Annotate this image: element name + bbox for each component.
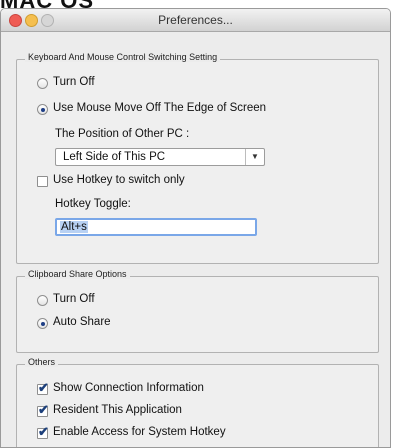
window-title: Preferences... bbox=[158, 13, 233, 27]
keyboard-mouse-legend: Keyboard And Mouse Control Switching Set… bbox=[25, 52, 221, 62]
mouse-edge-radio[interactable] bbox=[37, 104, 48, 115]
keyboard-turn-off-label[interactable]: Turn Off bbox=[53, 76, 95, 88]
show-connection-checkbox[interactable]: ✔ bbox=[37, 380, 49, 395]
hotkey-only-label[interactable]: Use Hotkey to switch only bbox=[53, 174, 185, 186]
system-hotkey-label[interactable]: Enable Access for System Hotkey bbox=[53, 426, 226, 438]
keyboard-turn-off-radio[interactable] bbox=[37, 78, 48, 89]
position-select-value: Left Side of This PC bbox=[63, 151, 166, 163]
mouse-edge-label[interactable]: Use Mouse Move Off The Edge of Screen bbox=[53, 102, 266, 114]
preferences-window: Preferences... Keyboard And Mouse Contro… bbox=[0, 8, 391, 448]
auto-share-radio[interactable] bbox=[37, 318, 48, 329]
resident-label[interactable]: Resident This Application bbox=[53, 404, 182, 416]
position-label: The Position of Other PC : bbox=[55, 128, 190, 140]
hotkey-only-checkbox[interactable] bbox=[37, 176, 48, 187]
system-hotkey-checkbox[interactable]: ✔ bbox=[37, 424, 49, 439]
chevron-down-icon[interactable]: ▼ bbox=[245, 149, 264, 165]
hotkey-input-value: Alt+s bbox=[60, 221, 88, 233]
resident-checkbox[interactable]: ✔ bbox=[37, 402, 49, 417]
checkmark-icon: ✔ bbox=[38, 402, 49, 417]
clipboard-legend: Clipboard Share Options bbox=[25, 269, 130, 279]
show-connection-label[interactable]: Show Connection Information bbox=[53, 382, 204, 394]
clipboard-group: Clipboard Share Options Turn Off Auto Sh… bbox=[16, 269, 379, 353]
preferences-content: Keyboard And Mouse Control Switching Set… bbox=[1, 32, 390, 447]
clipboard-turn-off-label[interactable]: Turn Off bbox=[53, 293, 95, 305]
others-group: Others ✔ Show Connection Information ✔ R… bbox=[16, 357, 379, 447]
keyboard-mouse-group: Keyboard And Mouse Control Switching Set… bbox=[16, 52, 379, 264]
hotkey-toggle-label: Hotkey Toggle: bbox=[55, 198, 131, 210]
clipboard-turn-off-radio[interactable] bbox=[37, 295, 48, 306]
others-legend: Others bbox=[25, 357, 59, 367]
titlebar: Preferences... bbox=[1, 9, 390, 32]
top-overflow-text: MAC OS bbox=[0, 0, 394, 8]
position-select[interactable]: Left Side of This PC ▼ bbox=[55, 148, 265, 166]
checkmark-icon: ✔ bbox=[38, 380, 49, 395]
auto-share-label[interactable]: Auto Share bbox=[53, 316, 111, 328]
hotkey-input[interactable]: Alt+s bbox=[55, 218, 257, 236]
checkmark-icon: ✔ bbox=[38, 424, 49, 439]
